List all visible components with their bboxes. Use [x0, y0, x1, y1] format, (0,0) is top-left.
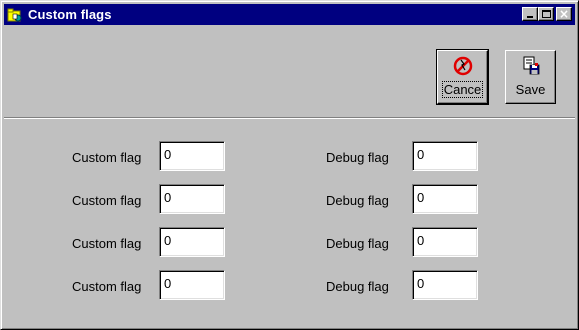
debug-flag-input-2[interactable]: 0: [412, 184, 478, 214]
window-controls: ×: [522, 7, 572, 21]
custom-flag-label-2: Custom flag: [72, 193, 142, 208]
close-icon: ×: [558, 7, 570, 21]
cancel-button[interactable]: Cance: [436, 49, 489, 105]
maximize-icon: [542, 10, 551, 18]
save-document-icon: [520, 55, 542, 77]
custom-flag-label-3: Custom flag: [72, 236, 142, 251]
custom-flag-input-1[interactable]: 0: [159, 141, 225, 171]
maximize-button[interactable]: [538, 7, 554, 21]
title-bar[interactable]: Custom flags ×: [4, 4, 575, 25]
custom-flags-window: Custom flags × Cance Save Custom flag 0 …: [0, 0, 579, 330]
cancel-label: Cance: [441, 81, 484, 98]
window-title: Custom flags: [28, 7, 112, 22]
custom-flag-label-4: Custom flag: [72, 279, 142, 294]
debug-flag-label-3: Debug flag: [326, 236, 389, 251]
folder-hand-icon: [7, 7, 23, 23]
toolbar: Cance Save: [4, 26, 575, 118]
save-button[interactable]: Save: [505, 50, 556, 104]
debug-flag-label-2: Debug flag: [326, 193, 389, 208]
no-sign-icon: [452, 55, 474, 77]
debug-flag-input-4[interactable]: 0: [412, 270, 478, 300]
custom-flag-label-1: Custom flag: [72, 150, 142, 165]
debug-flag-label-1: Debug flag: [326, 150, 389, 165]
custom-flag-input-2[interactable]: 0: [159, 184, 225, 214]
debug-flag-label-4: Debug flag: [326, 279, 389, 294]
close-button[interactable]: ×: [556, 7, 572, 21]
debug-flag-input-1[interactable]: 0: [412, 141, 478, 171]
minimize-button[interactable]: [522, 7, 538, 21]
custom-flag-input-4[interactable]: 0: [159, 270, 225, 300]
custom-flag-input-3[interactable]: 0: [159, 227, 225, 257]
debug-flag-input-3[interactable]: 0: [412, 227, 478, 257]
save-label: Save: [515, 82, 546, 97]
minimize-icon: [527, 16, 533, 18]
